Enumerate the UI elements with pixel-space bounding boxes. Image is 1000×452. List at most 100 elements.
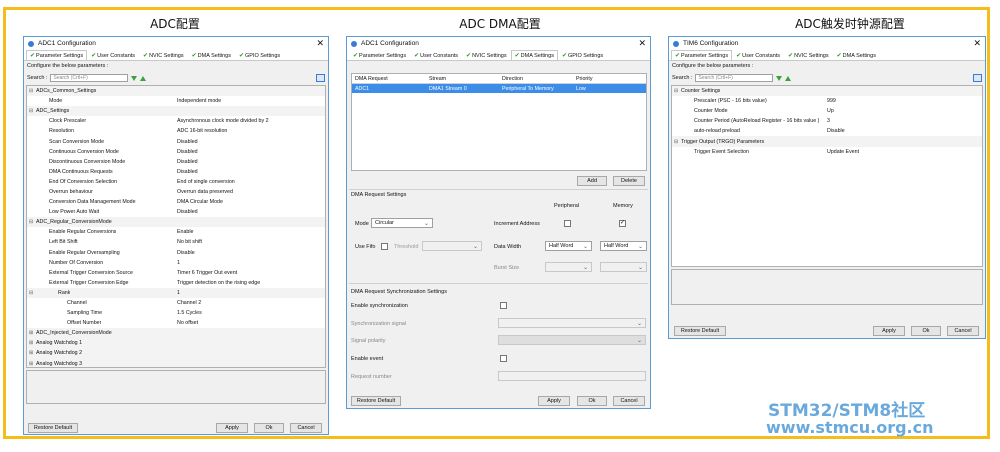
collapse-icon[interactable]: ⊟ bbox=[29, 108, 34, 114]
close-icon[interactable]: ✕ bbox=[316, 39, 324, 48]
parameter-value[interactable]: Disable bbox=[827, 128, 845, 134]
tab-parameter-settings[interactable]: ✔ Parameter Settings bbox=[26, 50, 88, 60]
tab-parameter-settings[interactable]: ✔ Parameter Settings bbox=[671, 50, 733, 60]
apply-button[interactable]: Apply bbox=[216, 423, 248, 433]
parameter-row[interactable]: Counter Mode Up bbox=[672, 106, 982, 116]
cancel-button[interactable]: Cancel bbox=[613, 396, 645, 406]
parameter-value[interactable]: No bit shift bbox=[177, 239, 202, 245]
tab-user-constants[interactable]: ✔ User Constants bbox=[410, 50, 462, 60]
ok-button[interactable]: Ok bbox=[911, 326, 941, 336]
apply-button[interactable]: Apply bbox=[873, 326, 905, 336]
ok-button[interactable]: Ok bbox=[577, 396, 607, 406]
parameter-row[interactable]: Prescaler (PSC - 16 bits value) 999 bbox=[672, 96, 982, 106]
memory-burst-select[interactable]: ⌄ bbox=[600, 262, 647, 272]
parameter-value[interactable]: Disabled bbox=[177, 139, 198, 145]
view-toggle-icon[interactable] bbox=[973, 74, 982, 82]
expand-icon[interactable]: ⊞ bbox=[29, 361, 34, 367]
parameter-value[interactable]: Disabled bbox=[177, 169, 198, 175]
parameter-row[interactable]: Conversion Data Management Mode DMA Circu… bbox=[27, 197, 325, 207]
threshold-select[interactable]: ⌄ bbox=[422, 241, 482, 251]
restore-default-button[interactable]: Restore Default bbox=[674, 326, 726, 336]
parameter-value[interactable]: Enable bbox=[177, 229, 194, 235]
apply-button[interactable]: Apply bbox=[538, 396, 570, 406]
parameter-row[interactable]: Trigger Event Selection Update Event bbox=[672, 147, 982, 157]
parameter-group-row[interactable]: ⊟ Counter Settings bbox=[672, 86, 982, 97]
parameter-group-row[interactable]: ⊟ ADC_Settings bbox=[27, 106, 325, 117]
parameter-group-row[interactable]: ⊞ Analog Watchdog 2 bbox=[27, 348, 325, 359]
close-icon[interactable]: ✕ bbox=[973, 39, 981, 48]
parameter-row[interactable]: External Trigger Conversion Source Timer … bbox=[27, 268, 325, 278]
tab-dma-settings[interactable]: ✔ DMA Settings bbox=[510, 50, 558, 60]
parameter-value[interactable]: Disabled bbox=[177, 209, 198, 215]
parameter-value[interactable]: 3 bbox=[827, 118, 830, 124]
tab-nvic-settings[interactable]: ✔ NVIC Settings bbox=[462, 50, 511, 60]
collapse-icon[interactable]: ⊟ bbox=[29, 290, 34, 296]
tab-parameter-settings[interactable]: ✔ Parameter Settings bbox=[349, 50, 410, 60]
parameter-row[interactable]: Mode Independent mode bbox=[27, 96, 325, 106]
parameter-row[interactable]: Scan Conversion Mode Disabled bbox=[27, 136, 325, 146]
collapse-icon[interactable]: ⊟ bbox=[674, 88, 679, 94]
restore-default-button[interactable]: Restore Default bbox=[351, 396, 401, 406]
enable-sync-checkbox[interactable] bbox=[500, 302, 507, 309]
tab-nvic-settings[interactable]: ✔ NVIC Settings bbox=[784, 50, 833, 60]
parameter-row[interactable]: Low Power Auto Wait Disabled bbox=[27, 207, 325, 217]
parameter-row[interactable]: Channel Channel 2 bbox=[27, 298, 325, 308]
use-fifo-checkbox[interactable] bbox=[381, 243, 388, 250]
parameter-row[interactable]: Left Bit Shift No bit shift bbox=[27, 237, 325, 247]
expand-icon[interactable]: ⊞ bbox=[29, 340, 34, 346]
parameter-row[interactable]: Enable Regular Oversampling Disable bbox=[27, 248, 325, 258]
search-next-icon[interactable] bbox=[776, 75, 783, 81]
parameter-value[interactable]: Up bbox=[827, 108, 834, 114]
parameter-value[interactable]: No offset bbox=[177, 320, 198, 326]
parameter-value[interactable]: 999 bbox=[827, 98, 836, 104]
parameter-value[interactable]: Disable bbox=[177, 250, 195, 256]
parameter-group-row[interactable]: ⊞ Analog Watchdog 3 bbox=[27, 358, 325, 367]
increment-peripheral-checkbox[interactable] bbox=[564, 220, 571, 227]
peripheral-burst-select[interactable]: ⌄ bbox=[545, 262, 592, 272]
close-icon[interactable]: ✕ bbox=[638, 39, 646, 48]
collapse-icon[interactable]: ⊟ bbox=[674, 139, 679, 145]
parameter-value[interactable]: 1.5 Cycles bbox=[177, 310, 202, 316]
parameter-group-row[interactable]: ⊞ ADC_Injected_ConversionMode bbox=[27, 328, 325, 339]
parameter-group-row[interactable]: ⊟ Rank 1 bbox=[27, 287, 325, 298]
tab-dma-settings[interactable]: ✔ DMA Settings bbox=[188, 50, 235, 60]
parameter-value[interactable]: 1 bbox=[177, 290, 180, 296]
ok-button[interactable]: Ok bbox=[254, 423, 284, 433]
tab-gpio-settings[interactable]: ✔ GPIO Settings bbox=[235, 50, 284, 60]
parameter-row[interactable]: Clock Prescaler Asynchronous clock mode d… bbox=[27, 116, 325, 126]
restore-default-button[interactable]: Restore Default bbox=[28, 423, 78, 433]
sync-signal-select[interactable]: ⌄ bbox=[498, 318, 646, 328]
parameter-value[interactable]: Asynchronous clock mode divided by 2 bbox=[177, 118, 269, 124]
add-button[interactable]: Add bbox=[577, 176, 607, 186]
mode-select[interactable]: Circular ⌄ bbox=[371, 218, 433, 228]
parameter-row[interactable]: Continuous Conversion Mode Disabled bbox=[27, 147, 325, 157]
parameter-row[interactable]: Offset Number No offset bbox=[27, 318, 325, 328]
search-input[interactable]: Search (Crtl+F) bbox=[50, 74, 129, 82]
search-prev-icon[interactable] bbox=[785, 75, 792, 81]
view-toggle-icon[interactable] bbox=[316, 74, 325, 82]
tab-dma-settings[interactable]: ✔ DMA Settings bbox=[833, 50, 880, 60]
tab-user-constants[interactable]: ✔ User Constants bbox=[87, 50, 139, 60]
parameter-group-row[interactable]: ⊟ Trigger Output (TRGO) Parameters bbox=[672, 136, 982, 147]
memory-width-select[interactable]: Half Word ⌄ bbox=[600, 241, 647, 251]
parameter-value[interactable]: Channel 2 bbox=[177, 300, 201, 306]
parameter-value[interactable]: Disabled bbox=[177, 159, 198, 165]
enable-event-checkbox[interactable] bbox=[500, 355, 507, 362]
peripheral-width-select[interactable]: Half Word ⌄ bbox=[545, 241, 592, 251]
parameter-value[interactable]: Timer 6 Trigger Out event bbox=[177, 270, 237, 276]
parameter-group-row[interactable]: ⊟ ADCs_Common_Settings bbox=[27, 86, 325, 97]
search-input[interactable]: Search (Crtl+F) bbox=[695, 74, 774, 82]
expand-icon[interactable]: ⊞ bbox=[29, 330, 34, 336]
parameter-value[interactable]: End of single conversion bbox=[177, 179, 235, 185]
expand-icon[interactable]: ⊞ bbox=[29, 350, 34, 356]
tab-gpio-settings[interactable]: ✔ GPIO Settings bbox=[558, 50, 607, 60]
parameter-row[interactable]: Overrun behaviour Overrun data preserved bbox=[27, 187, 325, 197]
search-prev-icon[interactable] bbox=[140, 75, 147, 81]
table-row[interactable]: ADC1 DMA1 Stream 0 Peripheral To Memory … bbox=[352, 84, 646, 93]
increment-memory-checkbox[interactable]: ✓ bbox=[619, 220, 626, 227]
parameter-row[interactable]: Counter Period (AutoReload Register - 16… bbox=[672, 116, 982, 126]
parameter-value[interactable]: ADC 16-bit resolution bbox=[177, 128, 227, 134]
parameter-row[interactable]: DMA Continuous Requests Disabled bbox=[27, 167, 325, 177]
collapse-icon[interactable]: ⊟ bbox=[29, 219, 34, 225]
collapse-icon[interactable]: ⊟ bbox=[29, 88, 34, 94]
